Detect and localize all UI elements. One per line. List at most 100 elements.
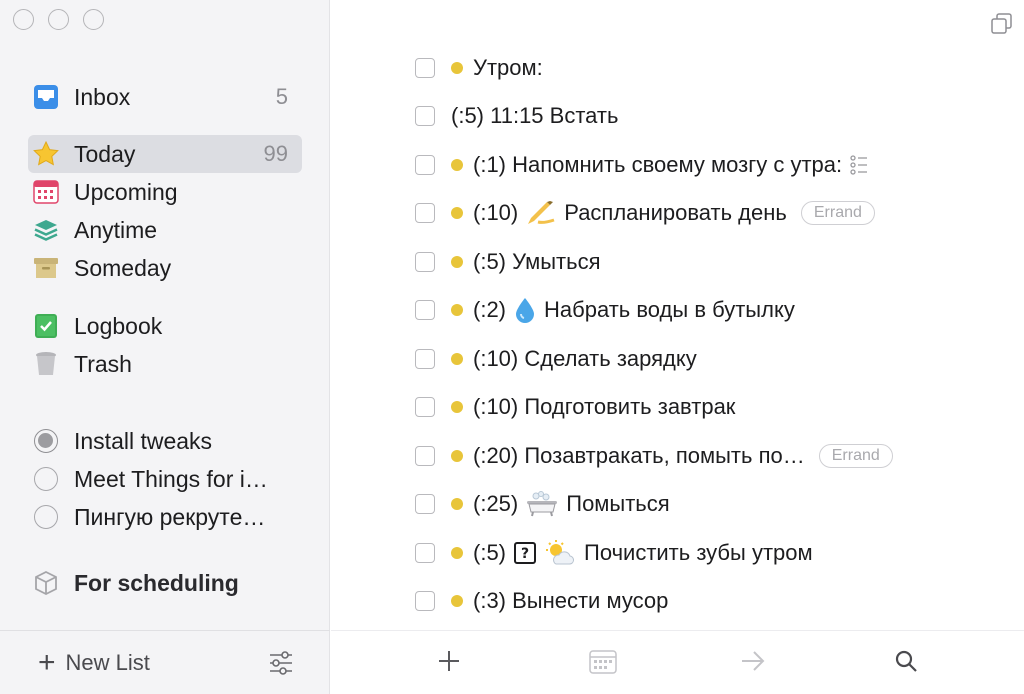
today-dot (451, 353, 463, 365)
sidebar-item-label: Meet Things for i… (74, 465, 268, 492)
today-dot (451, 401, 463, 413)
task-title: (:5) 11:15 Встать (451, 103, 619, 128)
task-row[interactable]: (:20) Позавтракать, помыть по… Errand (415, 439, 893, 473)
sidebar-item-today[interactable]: Today 99 (28, 135, 302, 173)
task-row[interactable]: (:10) Распланировать день Errand (415, 196, 875, 230)
new-list-label: New List (65, 649, 150, 675)
task-title: (:3) Вынести мусор (473, 588, 669, 613)
task-checkbox[interactable] (415, 543, 435, 563)
zoom-window-button[interactable] (83, 9, 104, 30)
today-dot (451, 159, 463, 171)
project-progress-icon (32, 427, 60, 455)
task-checkbox[interactable] (415, 203, 435, 223)
today-dot (451, 207, 463, 219)
task-checkbox[interactable] (415, 300, 435, 320)
today-count-badge: 99 (263, 141, 288, 166)
sidebar-item-project[interactable]: Install tweaks (28, 422, 302, 460)
today-dot (451, 595, 463, 607)
add-task-icon[interactable] (437, 649, 461, 673)
sidebar-item-label: Today (74, 140, 136, 167)
task-row[interactable]: (:3) Вынести мусор (415, 584, 668, 618)
sidebar-item-inbox[interactable]: Inbox 5 (28, 78, 302, 116)
sliders-icon[interactable] (268, 650, 294, 681)
task-row[interactable]: (:5) Умыться (415, 245, 601, 279)
bottom-toolbar (331, 630, 1024, 694)
task-row[interactable]: Утром: (415, 51, 543, 85)
sun-cloud-icon (544, 540, 576, 566)
sidebar-item-label: For scheduling (74, 569, 239, 596)
calendar-icon[interactable] (589, 649, 617, 675)
task-row[interactable]: (:25) Помыться (415, 487, 670, 521)
search-icon[interactable] (894, 649, 918, 673)
task-row[interactable]: (:5) 11:15 Встать (415, 99, 618, 133)
task-duration: (:2) (473, 297, 506, 322)
inbox-count-badge: 5 (275, 84, 288, 109)
task-checkbox[interactable] (415, 591, 435, 611)
task-title: (:10) Подготовить завтрак (473, 394, 736, 419)
sidebar-item-logbook[interactable]: Logbook (28, 307, 302, 345)
inbox-icon (32, 83, 60, 111)
sidebar-item-label: Пингую рекруте… (74, 503, 266, 530)
task-row[interactable]: (:2) Набрать воды в бутылку (415, 293, 795, 327)
task-checkbox[interactable] (415, 155, 435, 175)
today-dot (451, 450, 463, 462)
archive-box-icon (32, 254, 60, 282)
task-checkbox[interactable] (415, 446, 435, 466)
task-duration: (:5) (473, 540, 506, 565)
bathtub-icon (526, 491, 558, 517)
task-title: (:20) Позавтракать, помыть по… (473, 443, 805, 468)
task-checkbox[interactable] (415, 397, 435, 417)
trash-icon (32, 350, 60, 378)
task-checkbox[interactable] (415, 106, 435, 126)
calendar-icon (32, 178, 60, 206)
new-list-button[interactable]: + New List (38, 645, 150, 679)
droplet-icon (514, 297, 536, 323)
task-row[interactable]: (:5) ? Почистить зубы утром (415, 536, 813, 570)
task-title: (:1) Напомнить своему мозгу с утра: (473, 152, 843, 177)
checklist-icon (850, 155, 868, 175)
task-title: Набрать воды в бутылку (544, 297, 795, 322)
project-circle-icon (32, 503, 60, 531)
sidebar-item-label: Logbook (74, 312, 163, 339)
sidebar-item-area[interactable]: For scheduling (28, 564, 302, 602)
today-dot (451, 304, 463, 316)
task-checkbox[interactable] (415, 349, 435, 369)
task-title: Помыться (566, 491, 670, 516)
sidebar-item-label: Trash (74, 350, 132, 377)
svg-text:?: ? (521, 546, 529, 562)
task-title: (:10) Сделать зарядку (473, 346, 697, 371)
today-dot (451, 256, 463, 268)
sidebar-footer: + New List (0, 630, 330, 694)
window-controls (13, 9, 104, 30)
task-row[interactable]: (:1) Напомнить своему мозгу с утра: (415, 148, 868, 182)
task-title: (:5) Умыться (473, 249, 601, 274)
sidebar-item-trash[interactable]: Trash (28, 345, 302, 383)
plus-icon: + (38, 645, 56, 679)
task-row[interactable]: (:10) Сделать зарядку (415, 342, 697, 376)
question-box-icon: ? (514, 542, 536, 564)
copy-window-icon[interactable] (990, 12, 1014, 41)
sidebar-item-upcoming[interactable]: Upcoming (28, 173, 302, 211)
task-title: Распланировать день (564, 200, 787, 225)
task-row[interactable]: (:10) Подготовить завтрак (415, 390, 735, 424)
minimize-window-button[interactable] (48, 9, 69, 30)
sidebar-item-label: Someday (74, 254, 172, 281)
sidebar-item-someday[interactable]: Someday (28, 249, 302, 287)
close-window-button[interactable] (13, 9, 34, 30)
star-icon (32, 140, 60, 168)
sidebar-item-project[interactable]: Meet Things for i… (28, 460, 302, 498)
arrow-right-icon[interactable] (740, 649, 766, 673)
task-checkbox[interactable] (415, 58, 435, 78)
task-duration: (:25) (473, 491, 519, 516)
sidebar-item-anytime[interactable]: Anytime (28, 211, 302, 249)
sidebar-item-label: Install tweaks (74, 427, 213, 454)
logbook-icon (32, 312, 60, 340)
sidebar-item-project[interactable]: Пингую рекруте… (28, 498, 302, 536)
writing-hand-icon (526, 200, 556, 226)
task-checkbox[interactable] (415, 494, 435, 514)
sidebar-item-label: Upcoming (74, 178, 178, 205)
sidebar-item-label: Anytime (74, 216, 158, 243)
errand-tag[interactable]: Errand (800, 201, 875, 225)
task-checkbox[interactable] (415, 252, 435, 272)
errand-tag[interactable]: Errand (818, 444, 893, 468)
